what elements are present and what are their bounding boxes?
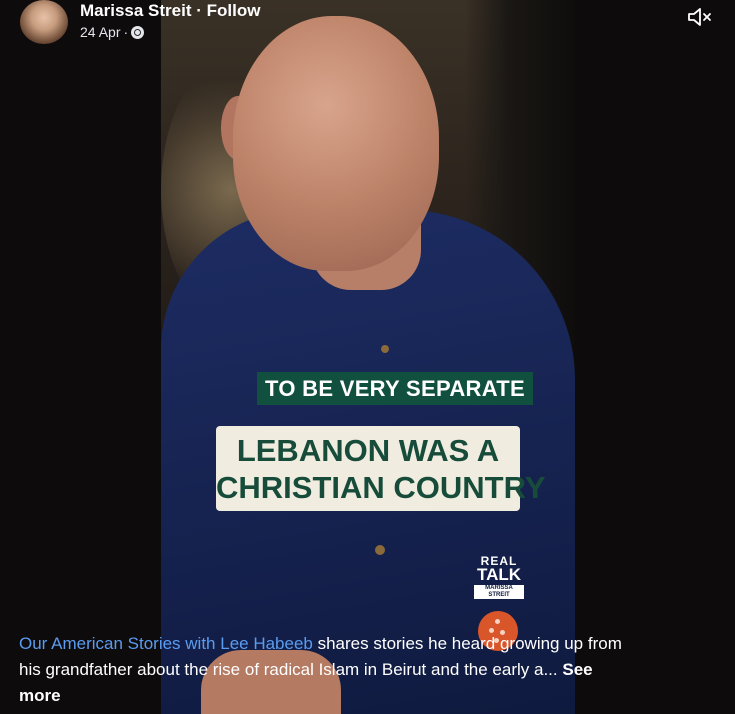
logo-line: MARISSA STREIT [474,585,524,599]
headline-caption: LEBANON WAS A CHRISTIAN COUNTRY [216,426,546,511]
video-player[interactable] [161,0,575,714]
globe-icon [131,25,145,39]
shirt-button [375,545,385,555]
show-logo: REAL TALK MARISSA STREIT [474,555,524,601]
video-post: TO BE VERY SEPARATE LEBANON WAS A CHRIST… [0,0,735,714]
headline-line: CHRISTIAN COUNTRY [216,470,546,505]
logo-line: TALK [476,565,522,584]
author-link[interactable]: Marissa Streit [80,1,192,20]
post-header: Marissa Streit · Follow 24 Apr · [0,0,735,55]
page-link[interactable]: Our American Stories with Lee Habeeb [19,634,313,653]
meta-separator: · [123,24,129,40]
author-name[interactable]: Marissa Streit · Follow [80,1,260,21]
follow-button[interactable]: · Follow [196,1,260,20]
post-description: Our American Stories with Lee Habeeb sha… [19,631,629,709]
avatar[interactable] [20,0,68,44]
badge-dot [495,619,500,624]
post-meta: 24 Apr · [80,24,145,40]
subtitle-caption: TO BE VERY SEPARATE [257,372,533,405]
post-date[interactable]: 24 Apr [80,24,120,40]
headline-line: LEBANON WAS A [236,433,500,468]
shirt-button [381,345,389,353]
speaker-muted-icon[interactable] [686,5,714,29]
